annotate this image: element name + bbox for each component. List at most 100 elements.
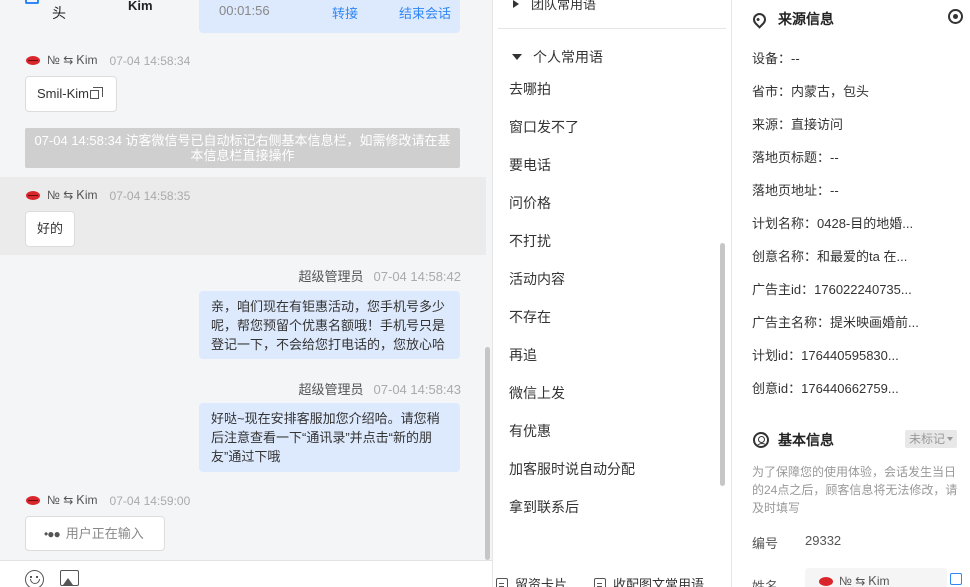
field-value: 和最爱的ta 在... xyxy=(817,249,908,264)
sender-name: № ⇆ Ꮶim xyxy=(47,493,98,507)
phrase-item[interactable]: 再追 xyxy=(509,345,537,365)
field-label: 来源： xyxy=(752,117,792,132)
agent-message-meta: 超级管理员 07-04 14:58:43 xyxy=(299,379,461,398)
tag-status-dropdown[interactable]: 未标记 xyxy=(905,430,958,448)
edit-deadline-notice: 为了保障您的使用体验，会话发生当日的24点之后，顾客信息将无法修改，请及时填写 xyxy=(752,465,958,515)
monitor-icon xyxy=(25,0,39,4)
lips-icon xyxy=(26,191,40,200)
field-label: 广告主名称： xyxy=(752,315,831,330)
field-value: 内蒙古，包头 xyxy=(791,84,870,99)
message-time: 07-04 14:58:35 xyxy=(109,188,191,203)
message-text: Smil-Kim xyxy=(37,86,89,101)
name-label: 姓名 xyxy=(752,579,779,587)
image-icon[interactable] xyxy=(60,570,79,586)
divider xyxy=(498,28,726,29)
source-field: 省市：内蒙古，包头 xyxy=(752,81,869,100)
field-label: 落地页地址： xyxy=(752,183,831,198)
source-info-header: 来源信息 xyxy=(750,9,834,29)
group-personal-phrases[interactable]: 个人常用语 xyxy=(512,47,603,67)
name-field[interactable]: № ⇆ Ꮶim xyxy=(805,568,947,587)
copy-icon[interactable] xyxy=(90,87,103,99)
section-title: 基本信息 xyxy=(778,432,834,448)
smile-icon[interactable] xyxy=(25,570,44,587)
transfer-button[interactable]: 转接 xyxy=(332,3,358,22)
source-field: 设备：-- xyxy=(752,48,800,67)
source-field: 落地页地址：-- xyxy=(752,180,839,199)
sender-name: № ⇆ Ꮶim xyxy=(47,53,98,67)
lips-icon xyxy=(819,577,833,586)
field-label: 落地页标题： xyxy=(752,150,831,165)
sender-name: № ⇆ Ꮶim xyxy=(47,188,98,202)
name-value: № ⇆ Ꮶim xyxy=(839,574,890,587)
serial-value: 29332 xyxy=(805,533,842,548)
sender-name: 超级管理员 xyxy=(298,269,364,284)
lips-icon xyxy=(26,496,40,505)
section-title: 来源信息 xyxy=(778,11,834,27)
field-value: 直接访问 xyxy=(791,117,844,132)
phrase-item[interactable]: 窗口发不了 xyxy=(509,117,579,137)
serial-label: 编号 xyxy=(752,536,779,551)
phrase-item[interactable]: 不存在 xyxy=(509,307,551,327)
message-time: 07-04 14:59:00 xyxy=(109,493,191,508)
agent-message-bubble[interactable]: 亲，咱们现在有钜惠活动，您手机号多少呢，帮您预留个优惠名额哦！手机号只是登记一下… xyxy=(199,291,460,359)
phrase-item[interactable]: 拿到联系后 xyxy=(509,497,579,517)
message-time: 07-04 14:58:43 xyxy=(373,382,461,397)
phrase-item[interactable]: 加客服时说自动分配 xyxy=(509,459,635,479)
caret-down-icon xyxy=(512,54,522,60)
location-pin-icon xyxy=(750,9,769,29)
phrase-item[interactable]: 有优惠 xyxy=(509,421,551,441)
edit-icon[interactable] xyxy=(950,573,962,585)
phrase-item[interactable]: 要电话 xyxy=(509,155,551,175)
visitor-name: Kim xyxy=(128,0,153,13)
field-label: 广告主id： xyxy=(752,282,815,297)
field-value: -- xyxy=(830,150,839,165)
agent-message-meta: 超级管理员 07-04 14:58:42 xyxy=(299,266,461,285)
field-value: 0428-目的地婚... xyxy=(817,216,914,231)
field-label: 省市： xyxy=(752,84,792,99)
chat-scrollbar[interactable] xyxy=(485,347,490,560)
message-text: 好的 xyxy=(37,221,64,236)
chevron-down-icon xyxy=(947,437,954,441)
source-field: 创意id：17644066275​9... xyxy=(752,378,899,397)
field-label: 计划名称： xyxy=(752,216,818,231)
message-sender: № ⇆ Ꮶim 07-04 14:58:34 xyxy=(26,53,190,68)
chat-session-header: 头 Kim 00:01:56 转接 结束会话 xyxy=(0,0,492,33)
basic-info-header: 基本信息 xyxy=(753,430,834,450)
phrase-item[interactable]: 不打扰 xyxy=(509,231,551,251)
end-session-button[interactable]: 结束会话 xyxy=(399,3,451,22)
field-label: 设备： xyxy=(752,51,792,66)
field-label: 计划id： xyxy=(752,348,802,363)
visitor-prefix: 头 xyxy=(52,5,66,21)
typing-indicator: •●● 用户正在输入 xyxy=(25,516,165,551)
source-field: 广告主id：17602224073​5... xyxy=(752,279,912,298)
group-team-phrases[interactable]: 团队常用语 xyxy=(513,0,596,13)
agent-message-bubble[interactable]: 好哒~现在安排客服加您介绍哈。请您稍后注意查看一下“通讯录”并点击“新的朋友”通… xyxy=(199,403,460,472)
field-value: 17644066275​9... xyxy=(801,381,899,396)
message-sender: № ⇆ Ꮶim 07-04 14:58:35 xyxy=(26,188,190,203)
lead-card-button[interactable]: 留资卡片 xyxy=(496,574,567,587)
target-icon[interactable] xyxy=(948,9,963,24)
session-timer: 00:01:56 xyxy=(219,3,270,18)
user-icon xyxy=(753,432,769,448)
typing-dots: •●● xyxy=(44,527,61,541)
phrase-item[interactable]: 活动内容 xyxy=(509,269,565,289)
phrase-item[interactable]: 去哪拍 xyxy=(509,79,551,99)
phrase-item[interactable]: 问价格 xyxy=(509,193,551,213)
card-icon xyxy=(496,578,508,587)
message-time: 07-04 14:58:42 xyxy=(373,269,461,284)
source-field: 落地页标题：-- xyxy=(752,147,839,166)
visitor-message-bubble[interactable]: Smil-Kim xyxy=(25,76,117,112)
system-notice: 07-04 14:58:34 访客微信号已自动标记右侧基本信息栏，如需修改请在基… xyxy=(25,128,460,168)
image-text-phrases-button[interactable]: 收配图文常用语 xyxy=(594,574,704,587)
field-value: -- xyxy=(791,51,800,66)
lips-icon xyxy=(26,56,40,65)
field-value: 提米映画婚前... xyxy=(830,315,919,330)
visitor-message-bubble[interactable]: 好的 xyxy=(25,211,76,247)
source-field: 创意名称：和最爱的ta 在... xyxy=(752,246,907,265)
chat-toolbar xyxy=(0,560,492,587)
typing-text: 用户正在输入 xyxy=(65,526,144,541)
field-value: 17602224073​5... xyxy=(814,282,912,297)
phrases-scrollbar[interactable] xyxy=(720,243,725,486)
tool-label: 收配图文常用语 xyxy=(613,577,705,587)
phrase-item[interactable]: 微信上发 xyxy=(509,383,565,403)
